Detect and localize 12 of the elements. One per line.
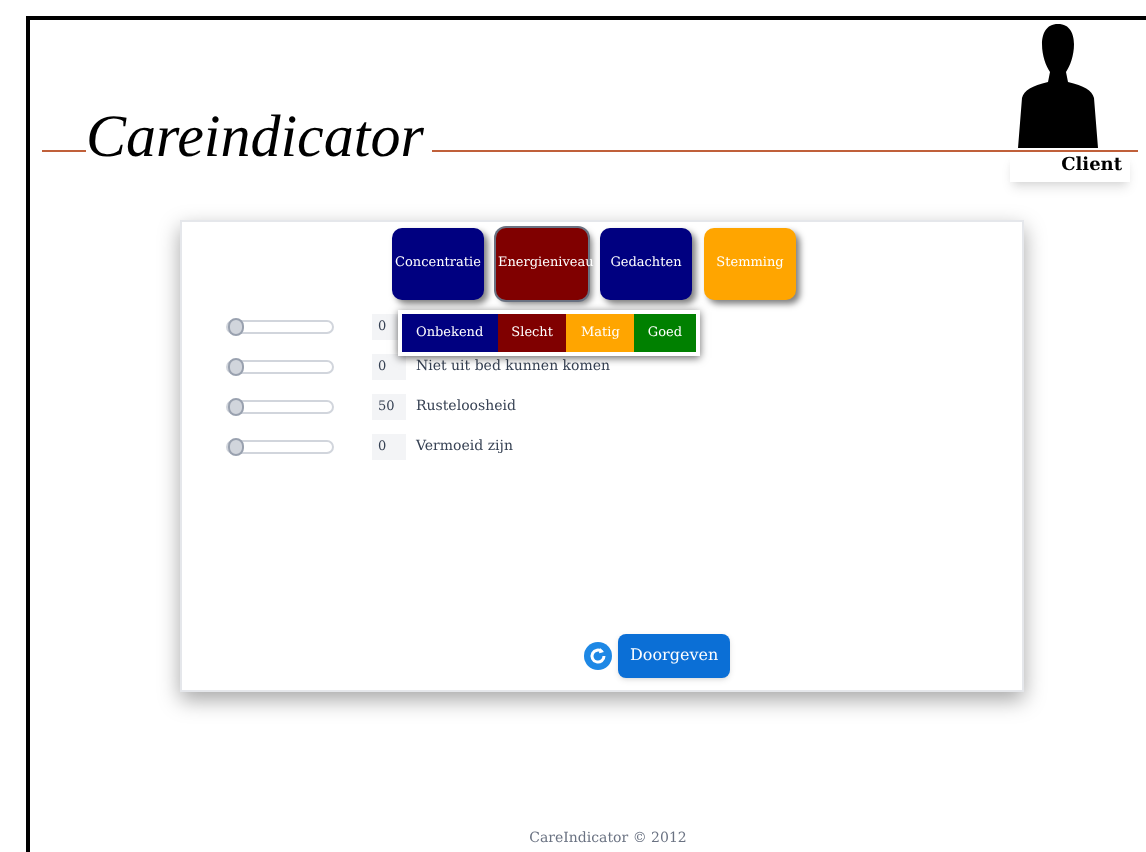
person-silhouette-icon — [1018, 20, 1098, 148]
slider-track[interactable] — [226, 440, 334, 454]
slider-thumb[interactable] — [228, 358, 244, 376]
refresh-icon[interactable] — [584, 642, 612, 670]
slider-thumb[interactable] — [228, 398, 244, 416]
submit-button[interactable]: Doorgeven — [618, 634, 731, 678]
client-label[interactable]: Client — [1010, 154, 1130, 181]
slider-track[interactable] — [226, 320, 334, 334]
slider-thumb[interactable] — [228, 318, 244, 336]
slider-thumb[interactable] — [228, 438, 244, 456]
slider-track[interactable] — [226, 400, 334, 414]
slider-track[interactable] — [226, 360, 334, 374]
